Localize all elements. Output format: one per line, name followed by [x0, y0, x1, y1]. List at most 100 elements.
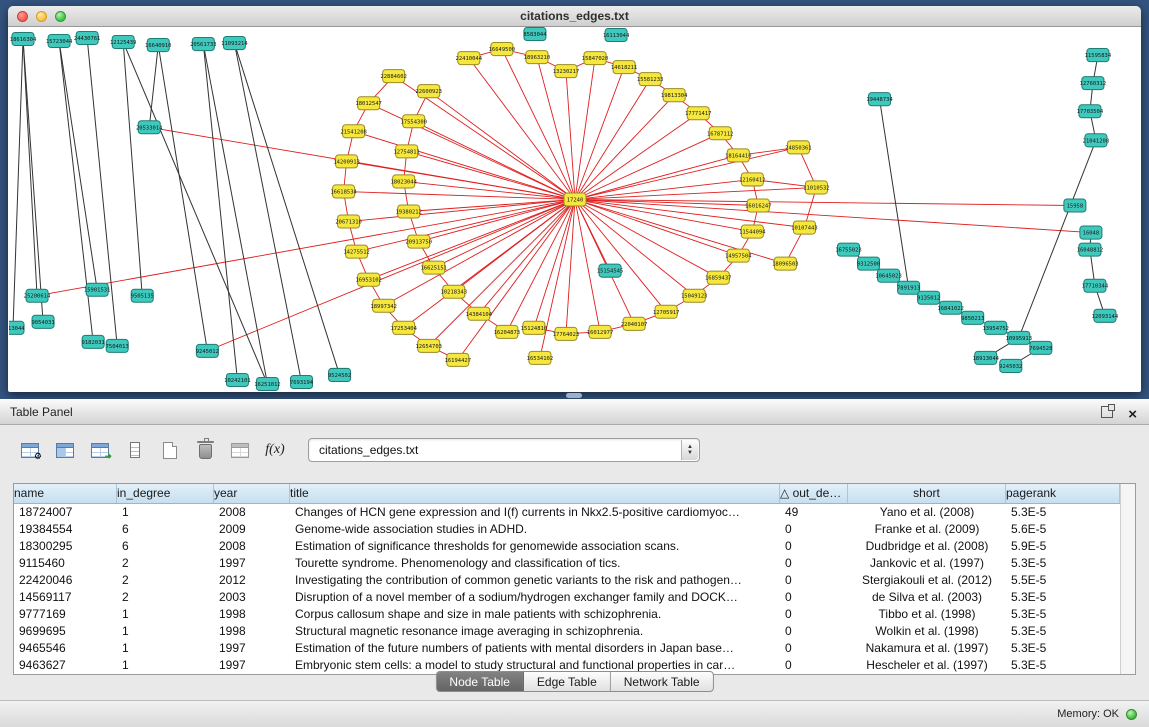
graph-node[interactable]: 16016247	[745, 199, 771, 212]
graph-node[interactable]: 16618534	[330, 185, 357, 198]
graph-node[interactable]: 15154545	[597, 264, 623, 277]
graph-node[interactable]: 8513044	[9, 321, 25, 334]
graph-node[interactable]: 15581233	[637, 73, 663, 86]
graph-node[interactable]: 25200614	[24, 289, 51, 302]
delete-column-button[interactable]	[226, 436, 254, 464]
zoom-button[interactable]	[55, 11, 66, 22]
graph-node[interactable]: 9312500	[857, 257, 880, 270]
graph-node[interactable]: 16204873	[494, 325, 520, 338]
graph-node[interactable]: 17771417	[685, 107, 711, 120]
delete-table-button[interactable]	[191, 436, 219, 464]
table-row[interactable]: 2242004622012Investigating the contribut…	[14, 572, 1135, 589]
graph-node[interactable]: 13954752	[983, 321, 1009, 334]
network-window-titlebar[interactable]: citations_edges.txt	[8, 6, 1141, 27]
graph-node[interactable]: 18913044	[972, 351, 999, 364]
graph-node[interactable]: 7504013	[106, 339, 129, 352]
tab-node-table[interactable]: Node Table	[436, 672, 524, 691]
graph-node[interactable]: 9182031	[82, 335, 105, 348]
network-view[interactable]: 1724022884602180125472154120814200913166…	[9, 27, 1140, 391]
table-row[interactable]: 1872400712008Changes of HCN gene express…	[14, 504, 1135, 521]
column-header-year[interactable]: year	[214, 484, 290, 503]
graph-node[interactable]: 18963210	[524, 51, 550, 64]
graph-node[interactable]: 12760312	[1080, 77, 1106, 90]
graph-node[interactable]: 9505135	[131, 289, 154, 302]
add-column-button[interactable]	[121, 436, 149, 464]
table-row[interactable]: 977716911998Corpus callosum shape and si…	[14, 606, 1135, 623]
graph-node[interactable]: 16048812	[1077, 243, 1103, 256]
tab-network-table[interactable]: Network Table	[611, 672, 713, 691]
table-row[interactable]: 1938455462009Genome-wide association stu…	[14, 521, 1135, 538]
import-table-button[interactable]: ➜	[86, 436, 114, 464]
graph-node[interactable]: 10995913	[1006, 331, 1032, 344]
graph-node[interactable]: 22884602	[380, 70, 406, 83]
graph-node[interactable]: 16048	[1080, 226, 1102, 239]
graph-node[interactable]: 14200913	[333, 155, 359, 168]
graph-node[interactable]: 15901531	[84, 283, 110, 296]
graph-node[interactable]: 17554300	[400, 115, 426, 128]
graph-node[interactable]: 16649500	[489, 43, 515, 56]
graph-node[interactable]: 12705917	[653, 305, 679, 318]
graph-node[interactable]: 15124810	[521, 321, 547, 334]
graph-node[interactable]: 21041208	[1083, 134, 1109, 147]
graph-node[interactable]: 18164410	[725, 149, 751, 162]
graph-node[interactable]: 21541208	[340, 125, 366, 138]
graph-node[interactable]: 7693194	[290, 375, 314, 388]
graph-node[interactable]: 9054031	[31, 315, 54, 328]
graph-node[interactable]: 10107443	[791, 221, 817, 234]
graph-node[interactable]: 16953102	[355, 273, 381, 286]
column-header-in_degree[interactable]: in_degree	[117, 484, 214, 503]
table-settings-button[interactable]: ⚙	[16, 436, 44, 464]
graph-node[interactable]: 16251012	[254, 377, 280, 390]
new-table-button[interactable]	[156, 436, 184, 464]
graph-node[interactable]: 15049123	[681, 289, 707, 302]
function-builder-button[interactable]: f(x)	[261, 436, 289, 464]
graph-node[interactable]: 11595834	[1085, 49, 1112, 62]
graph-node[interactable]: 15958	[1064, 199, 1086, 212]
graph-node[interactable]: 15847020	[582, 52, 608, 65]
graph-node[interactable]: 18096503	[772, 257, 798, 270]
column-header-pagerank[interactable]: pagerank	[1006, 484, 1120, 503]
graph-node[interactable]: 8583044	[523, 28, 547, 41]
graph-node[interactable]: 17253404	[390, 321, 417, 334]
minimize-button[interactable]	[36, 11, 47, 22]
column-header-short[interactable]: short	[848, 484, 1006, 503]
graph-node[interactable]: 12654703	[415, 339, 441, 352]
graph-node[interactable]: 7891913	[897, 281, 920, 294]
graph-node[interactable]: 16534102	[527, 351, 553, 364]
graph-node[interactable]: 16859437	[705, 271, 731, 284]
graph-node[interactable]: 24430761	[74, 32, 100, 45]
graph-node[interactable]: 9850213	[961, 311, 984, 324]
graph-node[interactable]: 10645023	[875, 269, 901, 282]
graph-node[interactable]: 11544094	[739, 225, 766, 238]
graph-node[interactable]: 20561733	[190, 38, 216, 51]
graph-node[interactable]: 10218343	[441, 285, 467, 298]
graph-node[interactable]: 16787112	[707, 127, 733, 140]
graph-node[interactable]: 18616304	[10, 33, 37, 46]
graph-node[interactable]: 16012977	[587, 325, 613, 338]
graph-node[interactable]: 18997342	[370, 299, 396, 312]
graph-node[interactable]: 19448734	[866, 93, 893, 106]
graph-node[interactable]: 11010532	[803, 181, 829, 194]
graph-node[interactable]: 17703504	[1077, 105, 1104, 118]
graph-node[interactable]: 12160412	[739, 173, 765, 186]
graph-node[interactable]: 24850361	[785, 141, 811, 154]
graph-node[interactable]: 9135012	[917, 291, 940, 304]
table-row[interactable]: 946554611997Estimation of the future num…	[14, 640, 1135, 657]
panel-divider-handle[interactable]	[566, 393, 582, 398]
graph-node[interactable]: 19380212	[395, 205, 421, 218]
graph-node[interactable]: 7694528	[1029, 341, 1052, 354]
graph-node[interactable]: 14618211	[611, 61, 637, 74]
graph-node[interactable]: 9524502	[328, 368, 351, 381]
graph-node[interactable]: 14957504	[725, 249, 752, 262]
graph-node[interactable]: 16640910	[145, 39, 171, 52]
graph-node[interactable]: 16755023	[835, 243, 861, 256]
table-row[interactable]: 1456911722003Disruption of a novel membe…	[14, 589, 1135, 606]
graph-node[interactable]: 17764023	[553, 327, 579, 340]
graph-node[interactable]: 9245012	[196, 344, 219, 357]
vertical-scrollbar[interactable]	[1120, 484, 1135, 674]
graph-node[interactable]: 13230217	[553, 65, 579, 78]
graph-node[interactable]: 20913750	[405, 235, 431, 248]
float-panel-icon[interactable]	[1101, 406, 1113, 418]
graph-node[interactable]: 10242101	[224, 373, 250, 386]
graph-node[interactable]: 14384104	[466, 307, 493, 320]
